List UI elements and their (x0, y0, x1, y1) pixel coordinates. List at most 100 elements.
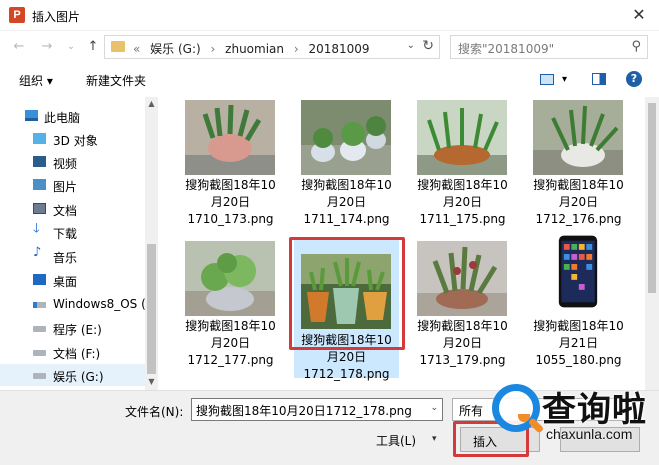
sidebar-scroll-thumb[interactable] (147, 244, 156, 374)
file-name: 搜狗截图18年10 月20日 1712_177.png (178, 318, 283, 369)
file-name-line: 搜狗截图18年10 (301, 178, 392, 192)
file-tile[interactable]: 搜狗截图18年10 月20日 1711_174.png (294, 97, 399, 237)
sidebar-item-drive-g[interactable]: 娱乐 (G:) (0, 364, 145, 386)
breadcrumb-item[interactable]: zhuomian (225, 42, 284, 56)
thumbnail-image (301, 100, 391, 175)
sidebar-item-pictures[interactable]: 图片 (0, 174, 145, 196)
breadcrumb: « 娱乐 (G:) › zhuomian › 20181009 (133, 40, 376, 57)
sidebar-item-label: 此电脑 (44, 111, 81, 125)
drive-icon (33, 326, 46, 332)
file-tile[interactable]: 搜狗截图18年10 月20日 1713_179.png (410, 238, 515, 378)
file-name-line: 月20日 (442, 336, 483, 350)
sidebar-item-label: 程序 (E:) (53, 323, 102, 337)
file-name: 搜狗截图18年10 月20日 1712_176.png (526, 177, 631, 228)
file-name-line: 1712_177.png (187, 353, 274, 367)
search-input[interactable]: 搜索"20181009" ⚲ (450, 35, 648, 59)
command-toolbar: 组织 ▾ 新建文件夹 ▾ ? (0, 63, 659, 95)
sidebar-item-drive-f[interactable]: 文档 (F:) (0, 341, 145, 363)
scroll-down-icon[interactable]: ▼ (145, 377, 158, 386)
preview-pane-icon[interactable] (592, 73, 606, 85)
drive-icon (33, 373, 46, 379)
thumbnail-image (185, 100, 275, 175)
refresh-icon[interactable]: ↻ (422, 38, 434, 54)
close-button[interactable]: ✕ (627, 4, 651, 26)
sidebar-item-label: 文档 (53, 204, 78, 218)
sidebar-item-desktop[interactable]: 桌面 (0, 269, 145, 291)
file-name-line: 搜狗截图18年10 (185, 178, 276, 192)
breadcrumb-item[interactable]: 20181009 (308, 42, 369, 56)
watermark-text: 查询啦 (542, 390, 647, 430)
windows-drive-icon (33, 302, 46, 308)
sidebar-item-drive-e[interactable]: 程序 (E:) (0, 317, 145, 339)
music-icon: ♪ (33, 245, 42, 260)
sidebar-item-label: 图片 (53, 180, 78, 194)
powerpoint-app-icon: P (9, 7, 25, 23)
file-name-line: 搜狗截图18年10 (185, 319, 276, 333)
chevron-down-icon[interactable]: ⌄ (430, 403, 438, 413)
scroll-up-icon[interactable]: ▲ (145, 99, 158, 108)
chevron-right-icon[interactable]: › (211, 42, 216, 56)
file-name-line: 搜狗截图18年10 (417, 178, 508, 192)
help-icon[interactable]: ? (626, 71, 642, 87)
file-name: 搜狗截图18年10 月20日 1710_173.png (178, 177, 283, 228)
file-tile[interactable]: 搜狗截图18年10 月21日 1055_180.png (526, 235, 631, 378)
file-name: 搜狗截图18年10 月20日 1711_174.png (294, 177, 399, 228)
title-bar: P 插入图片 ✕ (0, 0, 659, 31)
new-folder-button[interactable]: 新建文件夹 (86, 72, 146, 89)
sidebar-item-label: 桌面 (53, 275, 78, 289)
view-options-icon[interactable] (540, 74, 554, 85)
sidebar-item-videos[interactable]: 视频 (0, 151, 145, 173)
computer-icon (25, 110, 38, 121)
sidebar-item-music[interactable]: ♪ 音乐 (0, 245, 145, 267)
view-dropdown-icon[interactable]: ▾ (562, 74, 567, 85)
sidebar-item-documents[interactable]: 文档 (0, 198, 145, 220)
3d-objects-icon (33, 133, 46, 144)
up-arrow-icon[interactable]: ↑ (84, 39, 102, 54)
search-icon[interactable]: ⚲ (631, 39, 641, 54)
sidebar-item-label: 娱乐 (G:) (53, 370, 104, 384)
file-name-line: 1711_175.png (419, 212, 506, 226)
file-name-line: 月20日 (210, 336, 251, 350)
sidebar-item-drive-c[interactable]: Windows8_OS (C (0, 293, 154, 315)
file-tile[interactable]: 搜狗截图18年10 月20日 1711_175.png (410, 97, 515, 237)
sidebar-item-3d-objects[interactable]: 3D 对象 (0, 128, 145, 150)
tools-dropdown-icon[interactable]: ▾ (432, 434, 437, 444)
organize-menu[interactable]: 组织 ▾ (19, 72, 53, 89)
file-name-line: 月20日 (326, 350, 367, 364)
sidebar-item-label: 视频 (53, 157, 78, 171)
sidebar-item-label: 3D 对象 (53, 134, 98, 148)
file-tile[interactable]: 搜狗截图18年10 月20日 1712_177.png (178, 238, 283, 378)
file-name: 搜狗截图18年10 月21日 1055_180.png (526, 318, 631, 369)
chevron-right-icon[interactable]: › (294, 42, 299, 56)
sidebar-item-this-pc[interactable]: 此电脑 (0, 105, 145, 127)
breadcrumb-item[interactable]: 娱乐 (G:) (150, 42, 201, 56)
thumbnail-image (417, 241, 507, 316)
breadcrumb-overflow[interactable]: « (133, 42, 140, 56)
desktop-icon (33, 274, 46, 285)
pictures-icon (33, 179, 46, 190)
sidebar-scrollbar[interactable]: ▲ ▼ (145, 97, 158, 390)
file-list-scrollbar[interactable] (645, 97, 659, 390)
address-bar[interactable]: « 娱乐 (G:) › zhuomian › 20181009 ⌄ ↻ (104, 35, 440, 59)
navigation-pane: 此电脑 3D 对象 视频 图片 文档 🡓 下载 ♪ 音乐 桌面 Windows8… (0, 97, 158, 390)
address-dropdown-icon[interactable]: ⌄ (407, 40, 415, 51)
file-name-line: 月20日 (442, 195, 483, 209)
filename-input[interactable]: 搜狗截图18年10月20日1712_178.png ⌄ (191, 398, 443, 421)
file-type-value: 所有 (459, 404, 484, 418)
file-tile[interactable]: 搜狗截图18年10 月20日 1710_173.png (178, 97, 283, 237)
file-name-line: 1712_176.png (535, 212, 622, 226)
back-arrow-icon[interactable]: ← (10, 39, 28, 54)
file-name-line: 搜狗截图18年10 (533, 178, 624, 192)
tools-menu[interactable]: 工具(L) (376, 432, 416, 449)
thumbnail-image (417, 100, 507, 175)
file-name: 搜狗截图18年10 月20日 1711_175.png (410, 177, 515, 228)
recent-locations-chevron-icon[interactable]: ⌄ (62, 41, 80, 52)
video-icon (33, 156, 46, 167)
file-name-line: 1713_179.png (419, 353, 506, 367)
file-list-scroll-thumb[interactable] (648, 103, 656, 293)
file-name-line: 1710_173.png (187, 212, 274, 226)
documents-icon (33, 203, 46, 214)
forward-arrow-icon[interactable]: → (38, 39, 56, 54)
file-tile[interactable]: 搜狗截图18年10 月20日 1712_176.png (526, 97, 631, 237)
sidebar-item-downloads[interactable]: 🡓 下载 (0, 221, 145, 243)
